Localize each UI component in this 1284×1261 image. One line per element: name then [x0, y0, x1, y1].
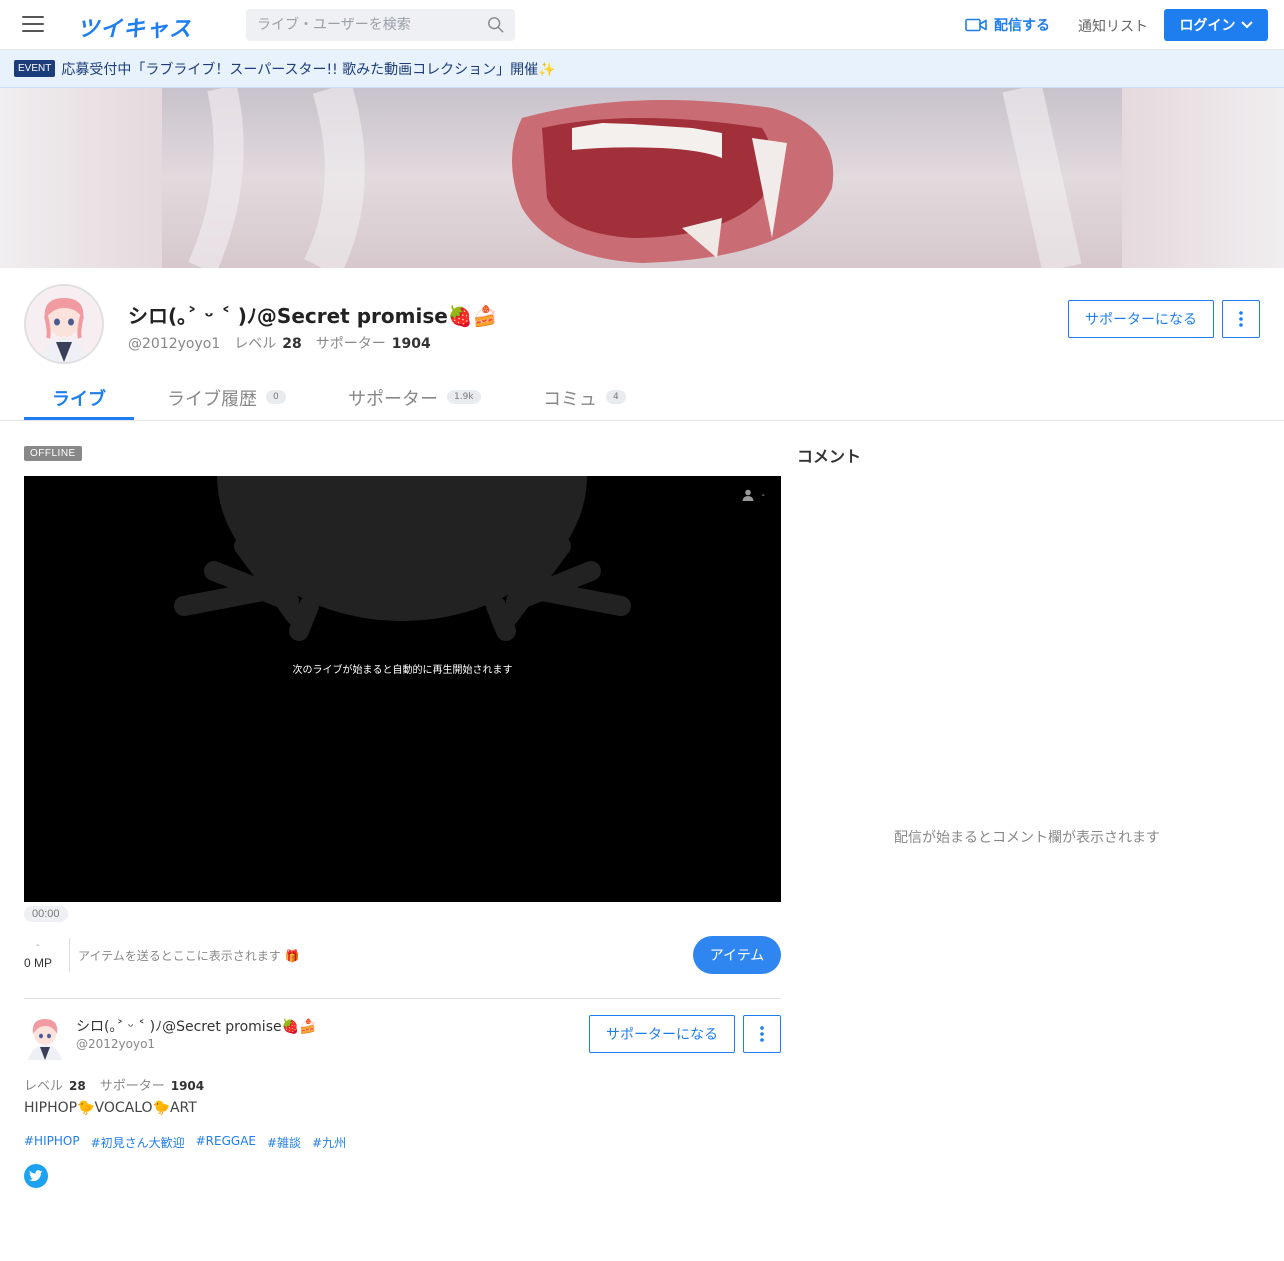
- tab-live[interactable]: ライブ: [52, 376, 106, 421]
- tag-link[interactable]: #HIPHOP: [24, 1134, 80, 1151]
- tab-label: ライブ履歴: [167, 389, 257, 410]
- card-more-options-button[interactable]: [743, 1015, 781, 1053]
- tab-count-badge: 1.9k: [447, 390, 481, 404]
- event-badge: EVENT: [14, 60, 56, 77]
- tag-link[interactable]: #九州: [312, 1134, 346, 1151]
- card-avatar[interactable]: [24, 1014, 66, 1060]
- card-become-supporter-button[interactable]: サポーターになる: [589, 1015, 735, 1053]
- card-supporter-label: サポーター: [99, 1079, 165, 1094]
- comment-empty-message: 配信が始まるとコメント欄が表示されます: [894, 830, 1160, 846]
- offline-badge: OFFLINE: [24, 446, 82, 461]
- broadcast-link[interactable]: 配信する: [965, 15, 1050, 35]
- comment-section-title: コメント: [797, 447, 862, 466]
- search-icon[interactable]: [487, 16, 505, 34]
- kebab-menu-icon: [1239, 311, 1243, 327]
- tab-label: コミュ: [543, 389, 597, 410]
- chevron-down-icon: [1240, 21, 1253, 29]
- supporter-count: 1904: [391, 336, 431, 352]
- card-handle: @2012yoyo1: [76, 1037, 156, 1051]
- profile-handle: @2012yoyo1: [128, 336, 221, 352]
- card-bio: HIPHOP🐤VOCALO🐤ART: [24, 1100, 197, 1116]
- broadcast-label: 配信する: [994, 18, 1050, 34]
- card-level-label: レベル: [24, 1079, 64, 1094]
- frog-silhouette-icon: [174, 476, 631, 641]
- tag-link[interactable]: #雑談: [267, 1134, 301, 1151]
- supporter-label: サポーター: [315, 336, 386, 352]
- more-options-button[interactable]: [1222, 300, 1260, 338]
- viewer-count: -: [742, 489, 765, 501]
- tab-label: サポーター: [348, 389, 438, 410]
- twitter-bird-icon: [29, 1170, 43, 1182]
- card-meta: レベル 28 サポーター 1904: [24, 1075, 218, 1094]
- event-text: 応募受付中「ラブライブ！スーパースター!! 歌みた動画コレクション」開催✨: [61, 61, 556, 78]
- person-icon: [742, 489, 754, 501]
- banner-image: [162, 88, 1122, 268]
- profile-avatar[interactable]: [24, 284, 104, 364]
- tab-count-badge: 0: [266, 390, 286, 404]
- mp-dash: -: [36, 940, 40, 951]
- tag-link[interactable]: #初見さん大歓迎: [91, 1134, 185, 1151]
- tag-list: #HIPHOP #初見さん大歓迎 #REGGAE #雑談 #九州: [24, 1134, 357, 1151]
- site-logo[interactable]: ツイキャス: [77, 11, 192, 43]
- top-header: ツイキャス 配信する 通知リスト ログイン: [0, 0, 1284, 50]
- twitter-link[interactable]: [24, 1164, 48, 1188]
- become-supporter-button[interactable]: サポーターになる: [1068, 300, 1214, 338]
- card-supporter-count: 1904: [170, 1079, 205, 1093]
- login-button[interactable]: ログイン: [1164, 9, 1268, 41]
- search-input[interactable]: [246, 9, 476, 41]
- level-label: レベル: [234, 336, 277, 352]
- tab-live-history[interactable]: ライブ履歴 0: [167, 376, 286, 421]
- tab-label: ライブ: [52, 389, 106, 410]
- elapsed-time: 00:00: [24, 906, 68, 922]
- menu-icon[interactable]: [22, 16, 44, 34]
- profile-meta: @2012yoyo1 レベル 28 サポーター 1904: [128, 333, 445, 353]
- card-level-value: 28: [69, 1079, 86, 1093]
- mp-separator: [69, 938, 70, 972]
- player-message: 次のライブが始まると自動的に再生開始されます: [292, 665, 513, 676]
- video-camera-icon: [965, 18, 987, 32]
- level-value: 28: [282, 336, 302, 352]
- search-box: [246, 9, 515, 41]
- tab-supporters[interactable]: サポーター 1.9k: [348, 376, 481, 421]
- kebab-menu-icon: [760, 1026, 764, 1042]
- video-player[interactable]: 次のライブが始まると自動的に再生開始されます -: [24, 476, 781, 902]
- item-button[interactable]: アイテム: [693, 936, 781, 974]
- profile-banner: [0, 88, 1284, 268]
- login-label: ログイン: [1179, 18, 1236, 34]
- event-banner[interactable]: EVENT 応募受付中「ラブライブ！スーパースター!! 歌みた動画コレクション」…: [0, 50, 1284, 88]
- profile-tabs: ライブ ライブ履歴 0 サポーター 1.9k コミュ 4: [24, 376, 1284, 421]
- profile-name: シロ(｡˃ ᵕ ˂ )ﾉ@Secret promise🍓🍰: [128, 304, 498, 328]
- notification-list-link[interactable]: 通知リスト: [1078, 16, 1148, 36]
- mp-value: 0 MP: [24, 956, 53, 970]
- section-divider: [24, 998, 781, 999]
- tab-count-badge: 4: [606, 390, 626, 404]
- viewer-count-value: -: [761, 489, 765, 501]
- card-name: シロ(｡˃ ᵕ ˂ )ﾉ@Secret promise🍓🍰: [76, 1019, 317, 1035]
- tag-link[interactable]: #REGGAE: [196, 1134, 256, 1151]
- tab-community[interactable]: コミュ 4: [543, 376, 626, 421]
- tabs-divider: [0, 420, 1284, 421]
- item-message: アイテムを送るとここに表示されます 🎁: [78, 949, 300, 963]
